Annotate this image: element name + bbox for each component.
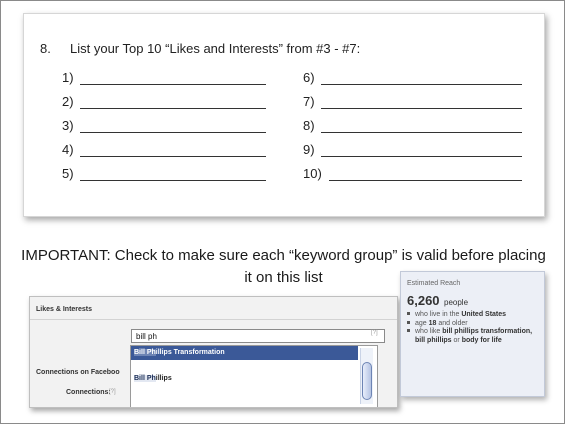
entry-number: 5) xyxy=(62,166,74,181)
suggestion-bill-phillips[interactable]: Bill Phillips xyxy=(131,372,358,386)
estimated-reach-panel: Estimated Reach 6,260 people who live in… xyxy=(400,271,545,397)
criteria-value: United States xyxy=(461,311,507,318)
blank-line[interactable] xyxy=(321,108,522,109)
blank-line[interactable] xyxy=(321,156,522,157)
connections-section-title: Connections on Faceboo xyxy=(36,369,120,376)
entry-number: 8) xyxy=(303,118,315,133)
suggestion-rest: illips xyxy=(155,375,172,382)
blank-line[interactable] xyxy=(321,84,522,85)
suggestion-match: Bill Ph xyxy=(134,375,156,382)
reach-count: 6,260 people xyxy=(407,292,468,310)
connections-help-marker[interactable]: [?] xyxy=(109,389,116,395)
suggestion-match: Bill Ph xyxy=(134,349,156,356)
question-text: List your Top 10 “Likes and Interests” f… xyxy=(70,41,361,56)
criteria-age: age 18 and older xyxy=(407,320,539,329)
likes-interests-heading: Likes & Interests xyxy=(36,306,93,313)
entry-number: 6) xyxy=(303,70,315,85)
bullet-icon xyxy=(407,312,410,315)
entry-number: 7) xyxy=(303,94,315,109)
likes-interests-input[interactable]: bill ph xyxy=(131,329,385,343)
facebook-targeting-form: Likes & Interests bill ph [?] Bill Phill… xyxy=(29,296,398,408)
criteria-value: body for life xyxy=(461,336,502,344)
blank-line[interactable] xyxy=(321,132,522,133)
suggestion-bill-phillips-transformation[interactable]: Bill Phillips Transformation xyxy=(131,346,358,360)
help-marker[interactable]: [?] xyxy=(371,330,378,336)
entry-number: 3) xyxy=(62,118,74,133)
criteria-text: and older xyxy=(436,319,468,327)
dropdown-scrollbar[interactable] xyxy=(360,348,373,404)
scrollbar-thumb[interactable] xyxy=(362,362,372,400)
entry-number: 10) xyxy=(303,166,322,181)
criteria-text: who live in the xyxy=(415,311,462,318)
connections-label: Connections: xyxy=(66,389,111,396)
entry-number: 9) xyxy=(303,142,315,157)
blank-line[interactable] xyxy=(80,156,266,157)
blank-line[interactable] xyxy=(80,84,266,85)
criteria-text: who like xyxy=(415,328,443,335)
criteria-location: who live in the United States xyxy=(407,311,539,320)
reach-unit: people xyxy=(444,298,469,307)
suggestion-rest: illips Transformation xyxy=(155,349,225,356)
bullet-icon xyxy=(407,329,410,332)
entry-number: 4) xyxy=(62,142,74,157)
entry-number: 1) xyxy=(62,70,74,85)
slide: 8. List your Top 10 “Likes and Interests… xyxy=(0,0,565,424)
blank-line[interactable] xyxy=(80,108,266,109)
criteria-interests: who like bill phillips transformation, b… xyxy=(407,328,539,345)
bullet-icon xyxy=(407,320,410,324)
reach-number: 6,260 xyxy=(407,293,440,308)
blank-line[interactable] xyxy=(80,132,266,133)
criteria-text: or xyxy=(451,336,462,344)
reach-criteria-list: who live in the United States age 18 and… xyxy=(407,311,539,345)
blank-line[interactable] xyxy=(329,180,522,181)
criteria-text: age xyxy=(415,319,429,327)
worksheet-card: 8. List your Top 10 “Likes and Interests… xyxy=(23,13,545,217)
estimated-reach-title: Estimated Reach xyxy=(407,280,461,287)
form-header: Likes & Interests xyxy=(30,297,397,320)
question-number: 8. xyxy=(40,41,51,56)
entry-number: 2) xyxy=(62,94,74,109)
suggestion-dropdown: Bill Phillips Transformation Bill Philli… xyxy=(130,345,378,407)
blank-line[interactable] xyxy=(80,180,266,181)
